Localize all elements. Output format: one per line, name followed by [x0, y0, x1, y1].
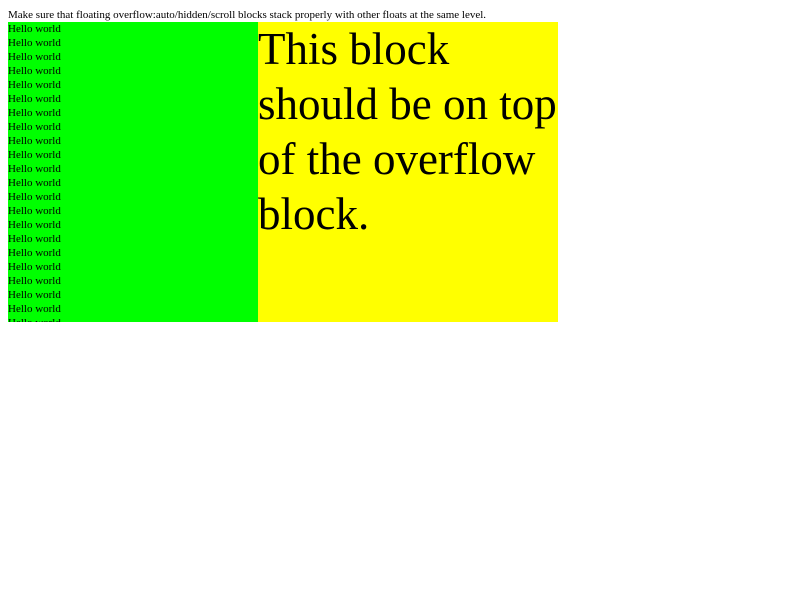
overflow-line: Hello world [8, 163, 61, 175]
overflow-line: Hello world [8, 177, 61, 189]
overflow-line: Hello world [8, 247, 61, 259]
test-page: Make sure that floating overflow:auto/hi… [0, 0, 800, 330]
overflow-line: Hello world [8, 107, 61, 119]
plain-float-block: This block should be on top of the overf… [258, 22, 558, 322]
overflow-line: Hello world [8, 23, 61, 35]
overflow-line: Hello world [8, 37, 61, 49]
overflow-line: Hello world [8, 261, 61, 273]
overflow-line: Hello world [8, 191, 61, 203]
overflow-line: Hello world [8, 233, 61, 245]
overflow-line: Hello world [8, 135, 61, 147]
overflow-line: Hello world [8, 205, 61, 217]
overflow-line: Hello world [8, 316, 258, 322]
overflow-line: Hello world [8, 289, 61, 301]
overflow-line: Hello world [8, 121, 61, 133]
overflow-line: Hello world [8, 303, 61, 315]
overflow-line: Hello world [8, 79, 61, 91]
overflow-line: Hello world [8, 93, 61, 105]
overflow-line: Hello world [8, 149, 61, 161]
overflow-line: Hello world [8, 275, 61, 287]
overflow-line: Hello world [8, 219, 61, 231]
overflow-line: Hello world [8, 65, 61, 77]
test-description: Make sure that floating overflow:auto/hi… [8, 9, 487, 21]
overflow-line: Hello world [8, 51, 61, 63]
float-row: Hello world Hello world Hello world Hello w… [8, 22, 792, 322]
overflow-float-block[interactable]: Hello world Hello world Hello world Hello w… [8, 22, 258, 322]
